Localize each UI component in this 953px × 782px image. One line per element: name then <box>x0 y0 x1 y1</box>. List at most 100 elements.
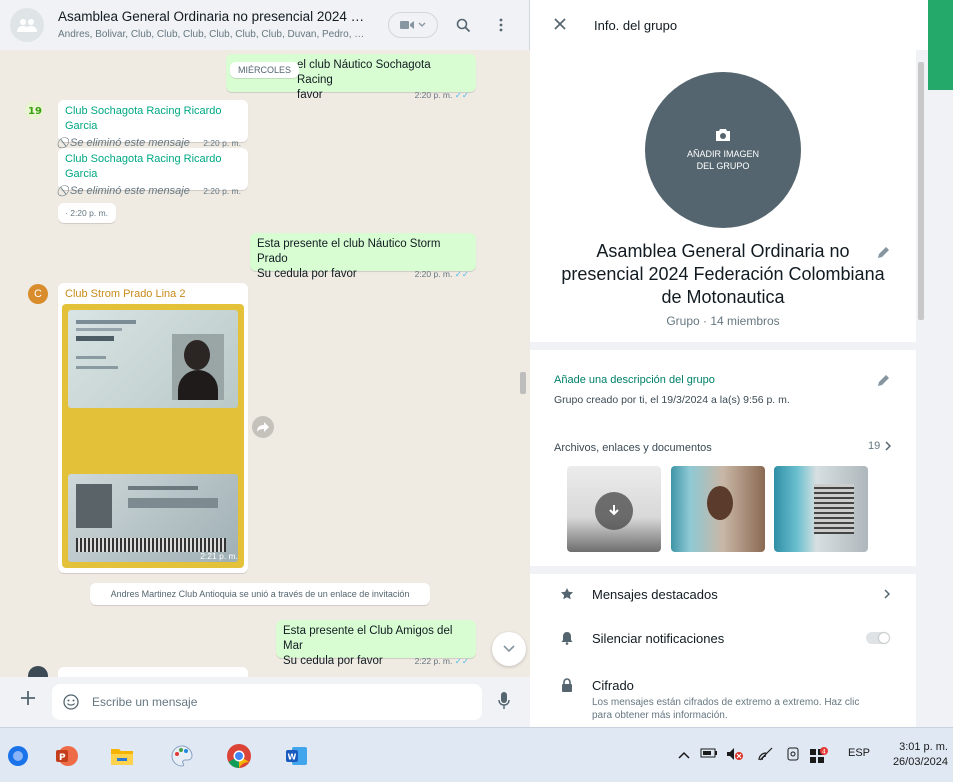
video-icon <box>400 21 414 29</box>
video-call-button[interactable] <box>388 12 438 38</box>
media-count[interactable]: 19 <box>868 440 892 452</box>
powerpoint-icon: P <box>56 746 78 766</box>
message-sender[interactable]: Club Sochagota Racing Ricardo Garcia <box>65 104 241 134</box>
taskbar-app-word[interactable]: W <box>282 742 310 770</box>
mute-notifications-row[interactable]: Silenciar notificaciones <box>530 618 916 662</box>
taskbar-app-file-explorer[interactable] <box>108 742 136 770</box>
media-thumbnail[interactable] <box>671 466 765 552</box>
group-created-info: Grupo creado por ti, el 19/3/2024 a la(s… <box>554 394 790 406</box>
close-info-button[interactable] <box>554 18 566 33</box>
sender-avatar[interactable]: C <box>28 284 48 304</box>
message-list[interactable]: MIÉRCOLES el club Náutico Sochagota Raci… <box>0 50 530 677</box>
forward-button[interactable] <box>252 416 274 438</box>
info-title: Info. del grupo <box>594 18 678 33</box>
tray-device[interactable] <box>786 747 800 764</box>
message-text: Esta presente el Club Amigos del Mar <box>283 625 453 652</box>
info-scrollbar[interactable] <box>918 62 924 320</box>
message-time: 2:20 p. m. <box>203 186 241 196</box>
edit-description-icon[interactable] <box>876 374 890 388</box>
message-incoming[interactable]: Club Sochagota Racing Ricardo Garcia ⃠Se… <box>58 100 248 149</box>
message-incoming[interactable]: · 2:20 p. m. <box>58 203 116 223</box>
message-incoming-image[interactable]: Club Strom Prado Lina 2 2:21 p. m. <box>58 283 248 573</box>
add-photo-label: AÑADIR IMAGEN DEL GRUPO <box>686 149 759 171</box>
message-sender[interactable]: Club Sochagota Racing Ricardo Garcia <box>65 152 241 182</box>
taskbar-app-powerpoint[interactable]: P <box>52 742 80 770</box>
emoji-icon <box>63 694 79 710</box>
add-description-link[interactable]: Añade una descripción del grupo <box>554 374 715 386</box>
message-input[interactable] <box>52 684 482 720</box>
swirl-icon <box>8 746 28 766</box>
message-time: 2:21 p. m. <box>200 551 238 561</box>
chat-title[interactable]: Asamblea General Ordinaria no presencial… <box>58 9 368 24</box>
deleted-message: ⃠Se eliminó este mensaje <box>70 185 190 197</box>
taskbar-app-chrome[interactable] <box>225 742 253 770</box>
message-sender[interactable]: Club Strom Prado Lina 2 <box>62 287 244 302</box>
double-check-icon: ✓✓ <box>454 656 469 666</box>
taskbar-app-start[interactable] <box>4 742 32 770</box>
taskbar: P W 4 ESP 3:01 p. m. 26/03/2024 <box>0 727 953 782</box>
chat-scrollbar[interactable] <box>520 372 526 394</box>
edit-name-icon[interactable] <box>876 246 890 260</box>
id-card-photo[interactable]: 2:21 p. m. <box>62 304 244 568</box>
add-group-photo-button[interactable]: AÑADIR IMAGEN DEL GRUPO <box>645 72 801 228</box>
message-time: 2:22 p. m. ✓✓ <box>414 656 469 666</box>
voice-message-button[interactable] <box>498 692 510 713</box>
bell-icon <box>561 632 573 645</box>
svg-text:P: P <box>59 753 66 763</box>
scroll-to-bottom-button[interactable] <box>492 632 526 666</box>
mute-toggle[interactable] <box>866 632 890 644</box>
media-section-label[interactable]: Archivos, enlaces y documentos <box>554 442 712 454</box>
double-check-icon: ✓✓ <box>454 269 469 279</box>
message-incoming[interactable] <box>58 667 248 677</box>
system-notice: Andres Martinez Club Antioquia se unió a… <box>90 583 430 605</box>
sender-avatar[interactable]: 19 <box>24 100 44 120</box>
group-icon <box>17 19 37 32</box>
chevron-up-icon <box>678 751 690 759</box>
tray-overflow-button[interactable] <box>678 747 690 762</box>
message-incoming[interactable]: Club Sochagota Racing Ricardo Garcia ⃠Se… <box>58 148 248 197</box>
volume-muted-icon <box>727 748 743 760</box>
encryption-label: Cifrado <box>592 678 634 693</box>
encryption-row[interactable]: Cifrado Los mensajes están cifrados de e… <box>530 670 916 727</box>
composer <box>0 677 530 727</box>
wifi-icon <box>758 747 773 761</box>
star-icon <box>561 588 573 600</box>
chevron-down-icon <box>503 645 515 653</box>
svg-text:4: 4 <box>822 749 826 756</box>
chat-header[interactable]: Asamblea General Ordinaria no presencial… <box>0 0 530 50</box>
tray-language[interactable]: ESP <box>848 747 870 759</box>
message-outgoing[interactable]: Esta presente el Club Amigos del Mar Su … <box>276 620 476 667</box>
chevron-right-icon <box>885 441 892 451</box>
group-info-pane: Info. del grupo AÑADIR IMAGEN DEL GRUPO … <box>530 0 928 727</box>
message-text: Su cedula por favor <box>283 655 383 667</box>
taskbar-app-paint[interactable] <box>168 742 196 770</box>
download-icon[interactable] <box>595 492 633 530</box>
folder-icon <box>111 749 133 765</box>
media-thumbnail[interactable] <box>774 466 868 552</box>
attach-button[interactable] <box>20 690 36 709</box>
tray-notification-app[interactable]: 4 <box>810 747 828 766</box>
tray-volume[interactable] <box>726 747 744 764</box>
chat-menu-button[interactable] <box>490 14 512 36</box>
media-thumbnail[interactable] <box>567 466 661 552</box>
search-button[interactable] <box>452 14 474 36</box>
camera-icon <box>716 129 730 141</box>
info-header: Info. del grupo <box>530 0 928 50</box>
sender-avatar[interactable] <box>28 666 48 677</box>
forward-icon <box>257 422 269 432</box>
message-time: · 2:20 p. m. <box>65 208 109 218</box>
kebab-menu-icon <box>499 18 503 32</box>
emoji-button[interactable] <box>63 694 79 713</box>
message-text: favor <box>297 89 323 101</box>
clock-time: 3:01 p. m. <box>899 741 948 753</box>
lock-icon <box>562 678 572 692</box>
message-outgoing[interactable]: Esta presente el club Náutico Storm Prad… <box>250 233 476 280</box>
group-avatar[interactable] <box>10 8 44 42</box>
taskbar-clock[interactable]: 3:01 p. m. 26/03/2024 <box>888 740 948 770</box>
chat-members[interactable]: Andres, Bolivar, Club, Club, Club, Club,… <box>58 29 368 40</box>
tray-battery[interactable] <box>700 747 718 762</box>
tray-network[interactable] <box>758 747 774 764</box>
close-icon <box>554 18 566 30</box>
group-options-card: Mensajes destacados Silenciar notificaci… <box>530 574 916 727</box>
starred-messages-row[interactable]: Mensajes destacados <box>530 574 916 618</box>
